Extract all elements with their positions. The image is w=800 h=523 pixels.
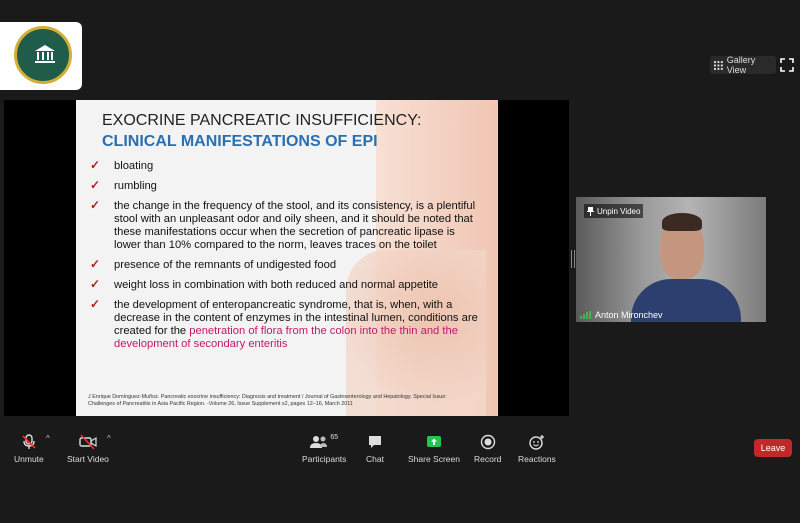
reactions-button[interactable]: Reactions — [518, 434, 556, 464]
fullscreen-icon[interactable] — [780, 58, 794, 72]
university-logo — [0, 22, 82, 90]
participants-label: Participants — [302, 454, 347, 464]
unpin-label: Unpin Video — [597, 206, 641, 216]
bullet-text: the change in the frequency of the stool… — [114, 200, 476, 251]
slide-title: EXOCRINE PANCREATIC INSUFFICIENCY: — [102, 112, 422, 129]
bullet-list: ✓ bloating ✓ rumbling ✓ the change in th… — [90, 158, 480, 358]
citation-line: J Enrique Domínguez-Muñoz. Pancreatic ex… — [88, 394, 447, 400]
pin-icon — [587, 206, 594, 216]
chat-icon — [368, 436, 381, 448]
split-handle-icon[interactable] — [571, 250, 575, 268]
bullet-text: bloating — [114, 160, 154, 172]
checkmark-icon: ✓ — [90, 277, 101, 291]
share-screen-label: Share Screen — [408, 454, 460, 464]
meeting-toolbar: Unmute ^ Start Video ^ 65 Participants C… — [0, 430, 800, 470]
bullet-text: weight loss in combination with both red… — [114, 279, 439, 291]
record-icon — [480, 434, 495, 450]
audio-options-caret-icon[interactable]: ^ — [46, 434, 50, 443]
checkmark-icon: ✓ — [90, 257, 101, 271]
citation-line: Challenges of Pancreatitis in Asia Pacif… — [88, 401, 353, 407]
unpin-video-button[interactable]: Unpin Video — [584, 204, 643, 218]
checkmark-icon: ✓ — [90, 178, 101, 192]
participant-name-tag: Anton Mironchev — [580, 310, 663, 320]
share-screen-icon — [426, 436, 441, 447]
grid-icon — [714, 60, 723, 70]
presentation-slide: EXOCRINE PANCREATIC INSUFFICIENCY: CLINI… — [76, 100, 498, 416]
leave-button[interactable]: Leave — [754, 439, 792, 457]
reactions-label: Reactions — [518, 454, 556, 464]
participant-name: Anton Mironchev — [595, 310, 663, 320]
temple-icon — [35, 45, 55, 63]
checkmark-icon: ✓ — [90, 158, 101, 172]
seal-icon — [14, 26, 72, 84]
participants-count: 65 — [330, 434, 339, 441]
bullet-item: ✓ rumbling — [90, 178, 480, 193]
video-off-icon — [79, 434, 97, 450]
start-video-button[interactable]: Start Video — [67, 434, 109, 464]
connection-strength-icon — [580, 311, 591, 319]
unmute-label: Unmute — [14, 454, 44, 464]
participants-button[interactable]: 65 Participants — [302, 434, 346, 464]
bullet-item: ✓ bloating — [90, 158, 480, 173]
microphone-muted-icon — [22, 434, 36, 449]
bullet-text: presence of the remnants of undigested f… — [114, 259, 337, 271]
bullet-item: ✓ the change in the frequency of the sto… — [90, 198, 480, 252]
bullet-item: ✓ weight loss in combination with both r… — [90, 277, 480, 292]
record-button[interactable]: Record — [474, 434, 501, 464]
slide-subtitle: CLINICAL MANIFESTATIONS OF EPI — [102, 133, 378, 150]
reactions-icon — [529, 435, 544, 450]
record-label: Record — [474, 454, 502, 464]
gallery-view-label: Gallery View — [726, 55, 756, 75]
start-video-label: Start Video — [67, 454, 109, 464]
citation: J Enrique Domínguez-Muñoz. Pancreatic ex… — [88, 394, 488, 408]
share-screen-button[interactable]: Share Screen — [408, 434, 460, 464]
participants-icon — [310, 436, 328, 448]
bullet-item: ✓ the development of enteropancreatic sy… — [90, 297, 480, 351]
checkmark-icon: ✓ — [90, 198, 101, 212]
gallery-view-button[interactable]: Gallery View — [710, 55, 776, 75]
bullet-text: rumbling — [114, 180, 157, 192]
video-options-caret-icon[interactable]: ^ — [107, 434, 111, 443]
chat-button[interactable]: Chat — [366, 434, 384, 464]
unmute-button[interactable]: Unmute — [14, 434, 44, 464]
checkmark-icon: ✓ — [90, 297, 101, 311]
chat-label: Chat — [366, 454, 384, 464]
participant-hair — [662, 213, 702, 231]
bullet-item: ✓ presence of the remnants of undigested… — [90, 257, 480, 272]
